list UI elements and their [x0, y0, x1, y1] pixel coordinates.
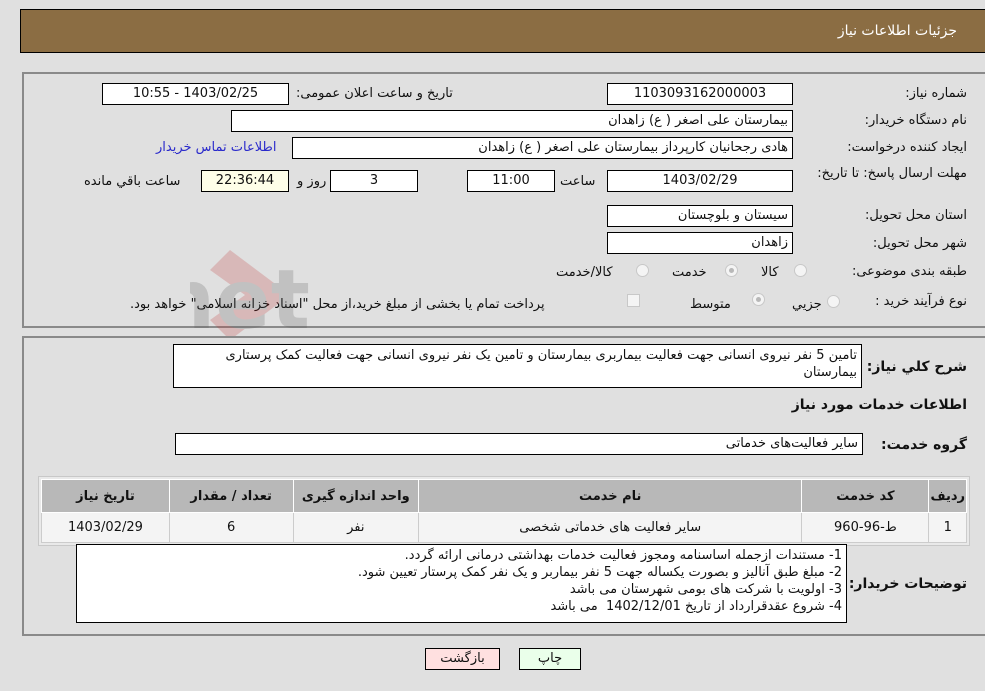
- col-quantity: تعداد / مقدار: [168, 479, 294, 513]
- cell-need-date: 1403/02/29: [41, 512, 170, 543]
- category-option-goods: کالا: [761, 265, 779, 280]
- buyer-org-field: بیمارستان علی اصغر ( ع) زاهدان: [231, 110, 793, 132]
- buyer-notes-field[interactable]: 1- مستندات ازجمله اساسنامه ومجوز فعالیت …: [76, 544, 847, 623]
- category-option-goods-service: کالا/خدمت: [556, 265, 613, 280]
- col-need-date: تاریخ نیاز: [41, 479, 170, 513]
- deadline-date-field: 1403/02/29: [607, 170, 793, 192]
- services-section-title: اطلاعات خدمات مورد نیاز: [791, 397, 967, 413]
- city-label: شهر محل تحویل:: [872, 236, 967, 251]
- category-option-service: خدمت: [672, 265, 707, 280]
- summary-label: شرح کلي نیاز:: [866, 359, 967, 375]
- need-number-field: 1103093162000003: [607, 83, 793, 105]
- announce-datetime-label: تاریخ و ساعت اعلان عمومی:: [296, 86, 453, 101]
- purchase-type-option-medium: متوسط: [690, 297, 731, 312]
- purchase-type-radio-medium[interactable]: [752, 293, 765, 306]
- cell-unit: نفر: [292, 512, 420, 543]
- days-remaining-field: 3: [330, 170, 418, 192]
- city-field: زاهدان: [607, 232, 793, 254]
- requester-field: هادی رجحانیان کارپرداز بیمارستان علی اصغ…: [292, 137, 793, 159]
- service-group-label: گروه خدمت:: [881, 437, 967, 453]
- deadline-time-label: ساعت: [560, 174, 596, 189]
- cell-row: 1: [928, 512, 967, 543]
- need-number-label: شماره نیاز:: [905, 86, 967, 101]
- purchase-type-option-minor: جزيي: [792, 297, 822, 312]
- purchase-type-label: نوع فرآیند خرید :: [875, 294, 967, 309]
- announce-datetime-field: 1403/02/25 - 10:55: [102, 83, 289, 105]
- page-title: جزئیات اطلاعات نیاز: [837, 23, 957, 39]
- province-field: سیستان و بلوچستان: [607, 205, 793, 227]
- back-button[interactable]: بازگشت: [425, 648, 500, 670]
- cell-service-name: سایر فعالیت های خدماتی شخصی: [418, 512, 803, 543]
- province-label: استان محل تحویل:: [865, 208, 967, 223]
- category-radio-goods[interactable]: [794, 264, 807, 277]
- buyer-contact-link[interactable]: اطلاعات تماس خریدار: [156, 140, 276, 155]
- time-remaining-label: ساعت باقي مانده: [84, 174, 181, 189]
- buyer-notes-label: توضیحات خریدار:: [848, 576, 967, 592]
- time-remaining-field: 22:36:44: [201, 170, 289, 192]
- buyer-org-label: نام دستگاه خریدار:: [864, 113, 967, 128]
- deadline-label: مهلت ارسال پاسخ: تا تاریخ:: [817, 166, 967, 181]
- page-header: جزئیات اطلاعات نیاز: [20, 9, 985, 53]
- col-service-code: کد خدمت: [801, 479, 930, 513]
- summary-field[interactable]: تامین 5 نفر نیروی انسانی جهت فعالیت بیما…: [173, 344, 862, 388]
- table-header-row: ردیف کد خدمت نام خدمت واحد اندازه گیری ت…: [41, 479, 967, 513]
- print-button[interactable]: چاپ: [519, 648, 581, 670]
- col-unit: واحد اندازه گیری: [292, 479, 420, 513]
- days-label: روز و: [297, 174, 327, 189]
- table-row: 1 ط-96-960 سایر فعالیت های خدماتی شخصی ن…: [41, 512, 967, 543]
- service-group-field: سایر فعالیت‌های خدماتی: [175, 433, 863, 455]
- services-table: ردیف کد خدمت نام خدمت واحد اندازه گیری ت…: [41, 479, 967, 543]
- category-label: طبقه بندی موضوعی:: [851, 264, 967, 279]
- purchase-type-radio-minor[interactable]: [827, 295, 840, 308]
- cell-service-code: ط-96-960: [801, 512, 930, 543]
- category-radio-service[interactable]: [725, 264, 738, 277]
- services-table-wrapper: ردیف کد خدمت نام خدمت واحد اندازه گیری ت…: [38, 476, 970, 546]
- deadline-time-field: 11:00: [467, 170, 555, 192]
- treasury-note: پرداخت تمام یا بخشی از مبلغ خرید،از محل …: [130, 297, 545, 312]
- treasury-checkbox[interactable]: [627, 294, 640, 307]
- requester-label: ایجاد کننده درخواست:: [847, 140, 967, 155]
- cell-quantity: 6: [168, 512, 294, 543]
- category-radio-goods-service[interactable]: [636, 264, 649, 277]
- col-row: ردیف: [928, 479, 967, 513]
- col-service-name: نام خدمت: [418, 479, 803, 513]
